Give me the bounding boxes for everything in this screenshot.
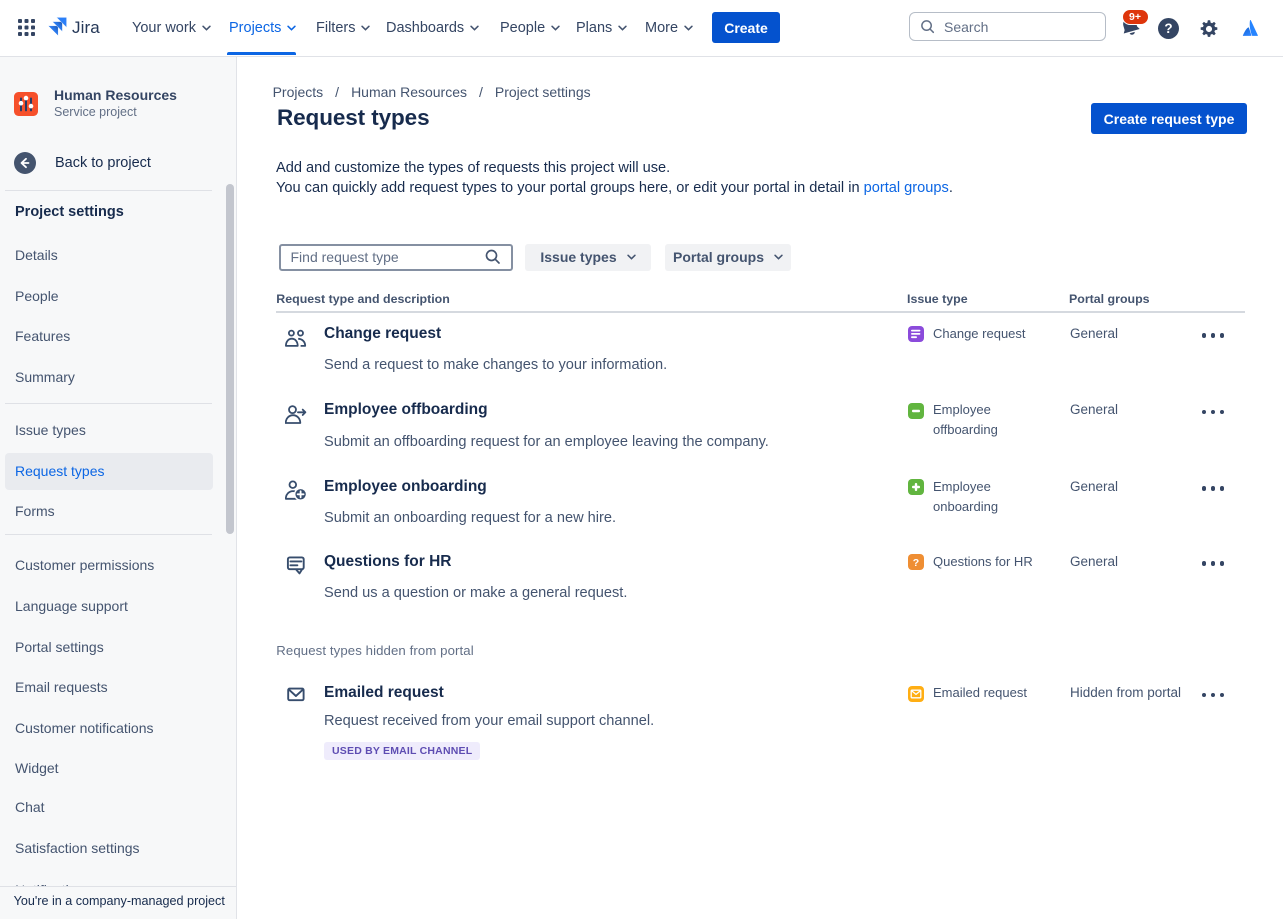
svg-text:?: ? — [913, 557, 919, 569]
